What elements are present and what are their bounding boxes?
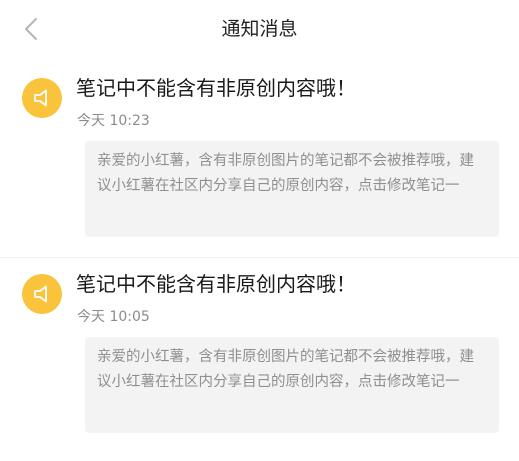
- notifications-screen: 通知消息 笔记中不能含有非原创内容哦！ 今天 10:23 亲爱的小红薯，含有非原…: [0, 0, 519, 461]
- divider: [0, 257, 519, 258]
- notice-title: 笔记中不能含有非原创内容哦！: [76, 76, 356, 100]
- notice-title: 笔记中不能含有非原创内容哦！: [76, 272, 356, 296]
- nav-bar: 通知消息: [0, 0, 519, 58]
- notice-avatar: [22, 78, 62, 118]
- notice-avatar: [22, 274, 62, 314]
- notice-message-card[interactable]: 亲爱的小红薯，含有非原创图片的笔记都不会被推荐哦，建议小红薯在社区内分享自己的原…: [85, 141, 499, 237]
- notice-time: 今天 10:23: [77, 113, 150, 129]
- notice-time: 今天 10:05: [77, 309, 150, 325]
- notice-message-card[interactable]: 亲爱的小红薯，含有非原创图片的笔记都不会被推荐哦，建议小红薯在社区内分享自己的原…: [85, 337, 499, 433]
- speaker-icon: [34, 285, 47, 303]
- page-title: 通知消息: [221, 18, 298, 40]
- back-button[interactable]: [14, 12, 48, 46]
- chevron-left-icon: [25, 18, 37, 40]
- speaker-icon: [34, 89, 47, 107]
